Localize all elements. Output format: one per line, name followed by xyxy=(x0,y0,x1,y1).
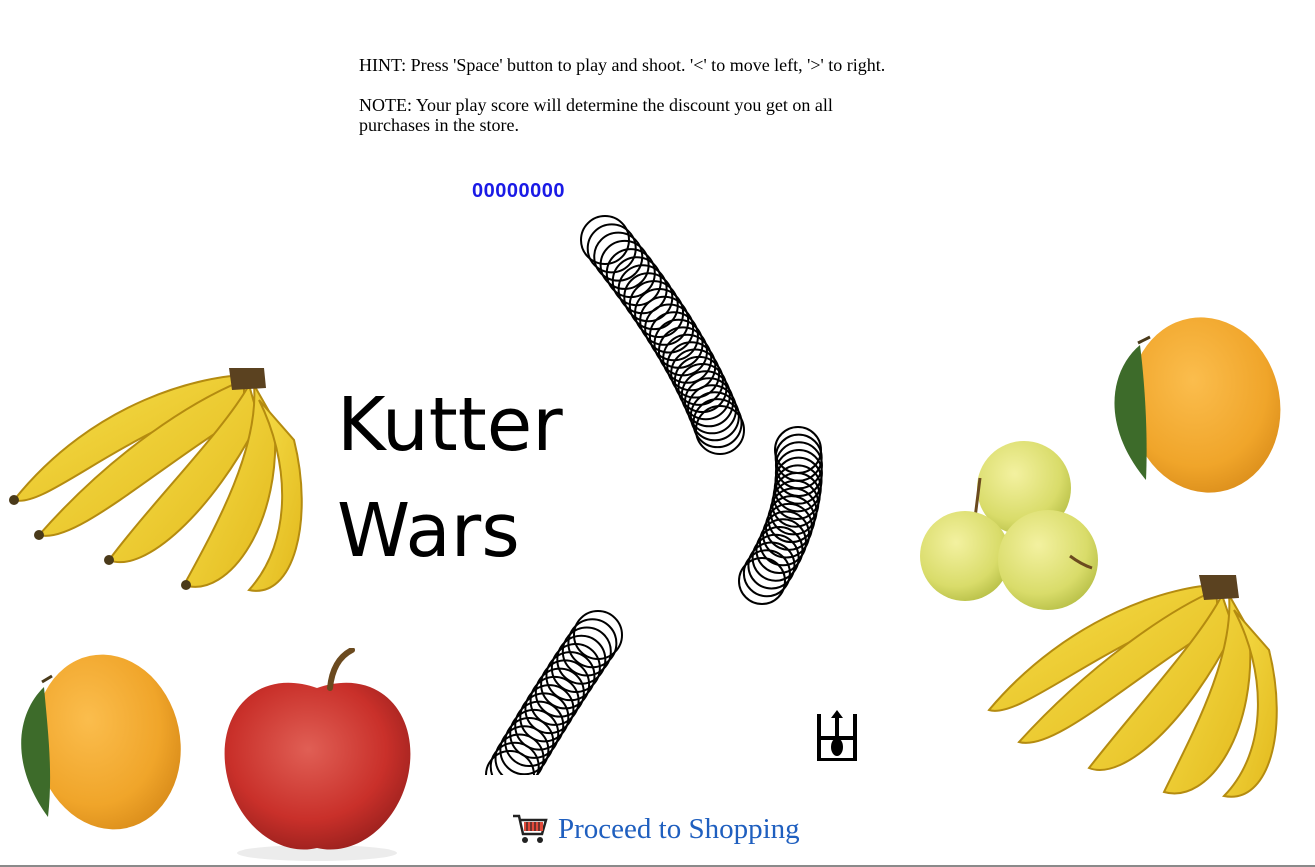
game-canvas[interactable] xyxy=(440,175,900,775)
banana-bunch-image xyxy=(9,368,303,592)
enemy-chain-1 xyxy=(580,215,745,455)
enemy-chain-2 xyxy=(738,426,823,605)
note-text: NOTE: Your play score will determine the… xyxy=(359,95,833,135)
mango-image-right xyxy=(1114,317,1281,493)
hint-text: HINT: Press 'Space' button to play and s… xyxy=(359,55,886,75)
proceed-to-shopping-label: Proceed to Shopping xyxy=(558,812,800,845)
ship-icon xyxy=(817,710,857,761)
game-page: HINT: Press 'Space' button to play and s… xyxy=(0,0,1315,867)
proceed-to-shopping-link[interactable]: Proceed to Shopping xyxy=(512,812,800,846)
shopping-cart-icon xyxy=(513,814,548,843)
red-apple-image xyxy=(224,648,411,861)
mango-image xyxy=(21,654,181,830)
enemy-chain-3 xyxy=(485,610,623,775)
banana-bunch-image-right xyxy=(987,575,1278,798)
